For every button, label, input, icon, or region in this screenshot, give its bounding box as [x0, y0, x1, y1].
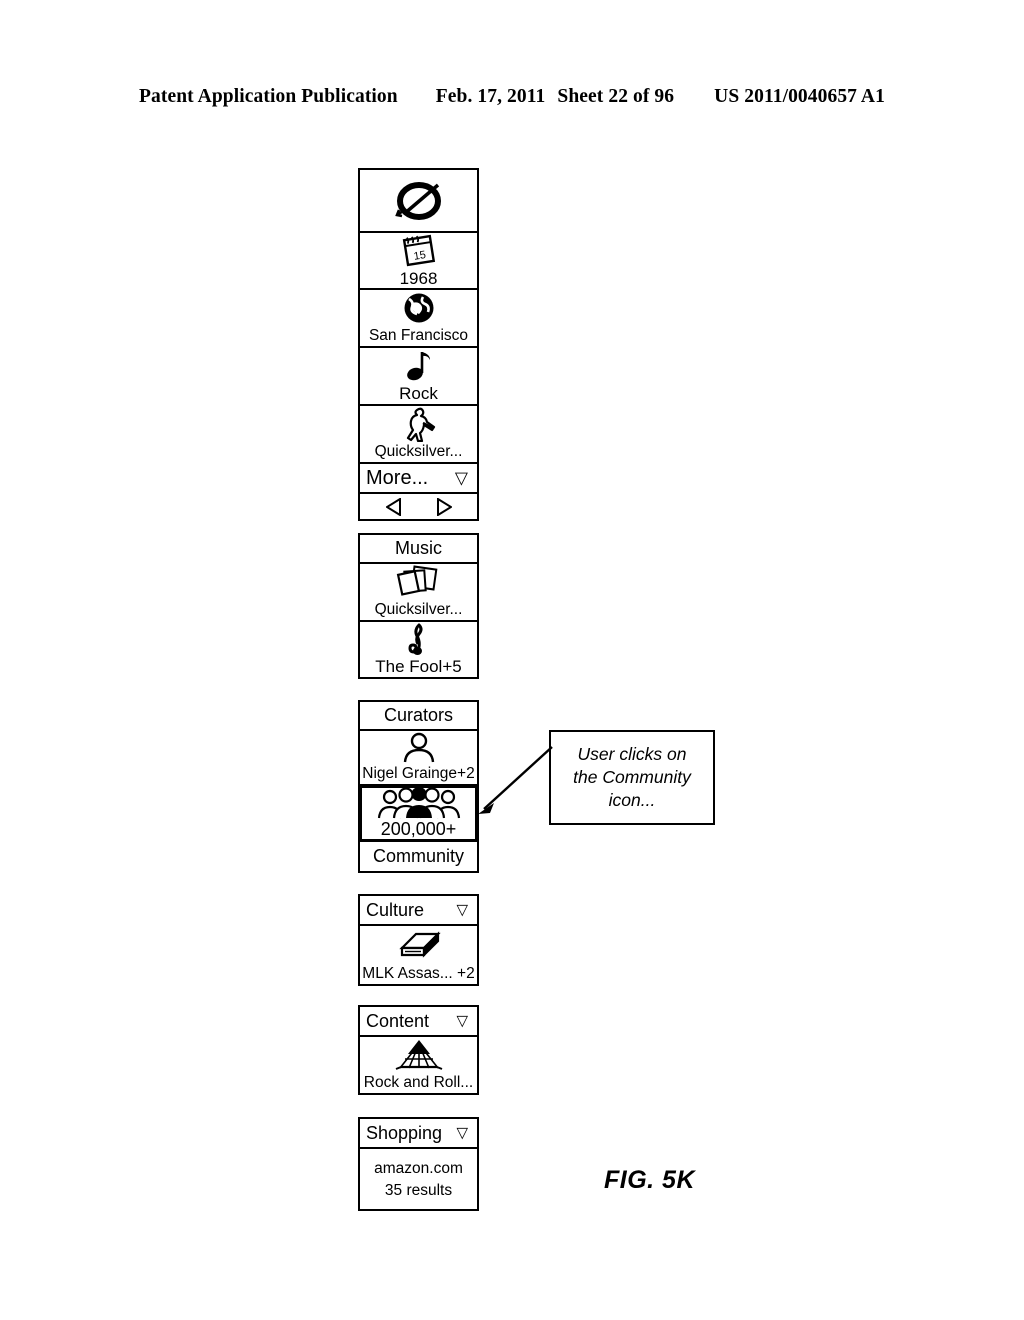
shopping-site-label: amazon.com	[374, 1159, 463, 1177]
chevron-down-icon: ▽	[454, 468, 468, 488]
more-dropdown[interactable]: More... ▽	[360, 464, 477, 494]
callout-text: User clicks on the Community icon...	[573, 743, 691, 812]
music-panel-title: Music	[394, 538, 442, 558]
callout-box: User clicks on the Community icon...	[549, 730, 715, 825]
publication-date: Feb. 17, 2011	[435, 86, 546, 107]
content-panel: Content ▽ Rock and Roll...	[358, 1005, 479, 1095]
facets-panel: 15 1968 San Francisco Rock Quicksilver..…	[358, 168, 479, 521]
curators-label-person: Nigel Grainge+2	[362, 765, 475, 782]
triangle-left-icon[interactable]	[385, 497, 402, 516]
callout-line-1: User clicks on	[577, 744, 687, 764]
pagination-row	[360, 494, 477, 519]
chevron-down-icon: ▽	[456, 1124, 468, 1142]
community-label: Community	[372, 846, 465, 866]
community-footer-label: Community	[360, 842, 477, 871]
music-row-album[interactable]: Quicksilver...	[360, 564, 477, 622]
treble-clef-icon	[360, 622, 477, 657]
community-icon-cell[interactable]: 200,000+	[359, 785, 478, 842]
no-entry-circle-icon	[360, 170, 477, 230]
shopping-panel-header[interactable]: Shopping ▽	[360, 1119, 477, 1149]
facet-label-year: 1968	[399, 269, 438, 287]
chevron-down-icon: ▽	[456, 901, 468, 919]
content-row-venue[interactable]: Rock and Roll...	[360, 1037, 477, 1093]
svg-text:15: 15	[412, 249, 426, 263]
chevron-down-icon: ▽	[456, 1012, 468, 1030]
patent-number: US 2011/0040657 A1	[714, 86, 885, 107]
shopping-panel-title: Shopping	[366, 1122, 443, 1143]
callout-line-3: icon...	[608, 790, 656, 810]
facet-label-artist: Quicksilver...	[374, 443, 463, 460]
facet-row-location[interactable]: San Francisco	[360, 290, 477, 348]
facet-row-year[interactable]: 15 1968	[360, 233, 477, 290]
patent-header: Patent Application Publication Feb. 17, …	[0, 86, 1024, 108]
community-count-label: 200,000+	[380, 820, 457, 838]
group-of-people-icon	[362, 788, 475, 820]
culture-panel-title: Culture	[366, 899, 425, 920]
curators-panel: Curators Nigel Grainge+2 200,000+ Commun…	[358, 700, 479, 873]
music-note-icon	[360, 348, 477, 384]
globe-icon	[360, 290, 477, 326]
person-icon	[360, 731, 477, 764]
facet-row-record[interactable]	[360, 170, 477, 233]
music-row-track[interactable]: The Fool+5	[360, 622, 477, 677]
music-label-track: The Fool+5	[375, 657, 462, 676]
culture-label-event: MLK Assas... +2	[362, 965, 475, 982]
music-label-album: Quicksilver...	[374, 601, 463, 618]
sheet-number: Sheet 22 of 96	[557, 86, 675, 107]
curators-row-person[interactable]: Nigel Grainge+2	[360, 731, 477, 786]
album-cards-icon	[360, 564, 477, 600]
curators-panel-header: Curators	[360, 702, 477, 731]
culture-row-event[interactable]: MLK Assas... +2	[360, 926, 477, 984]
shopping-count-label: 35 results	[384, 1181, 453, 1199]
hall-of-fame-building-icon	[360, 1037, 477, 1073]
facet-row-genre[interactable]: Rock	[360, 348, 477, 406]
culture-panel: Culture ▽ MLK Assas... +2	[358, 894, 479, 986]
calendar-icon: 15	[360, 233, 477, 269]
callout-line-2: the Community	[573, 767, 691, 787]
music-panel-header: Music	[360, 535, 477, 564]
book-icon	[360, 926, 477, 964]
curators-panel-title: Curators	[383, 705, 454, 725]
content-label-venue: Rock and Roll...	[363, 1074, 474, 1091]
culture-panel-header[interactable]: Culture ▽	[360, 896, 477, 926]
shopping-result[interactable]: amazon.com 35 results	[360, 1149, 477, 1209]
shopping-panel: Shopping ▽ amazon.com 35 results	[358, 1117, 479, 1211]
guitarist-icon	[360, 406, 477, 442]
content-panel-title: Content	[366, 1010, 430, 1031]
figure-label: FIG. 5K	[604, 1166, 696, 1194]
triangle-right-icon[interactable]	[436, 497, 452, 516]
content-panel-header[interactable]: Content ▽	[360, 1007, 477, 1037]
publication-label: Patent Application Publication	[139, 86, 398, 107]
facet-label-genre: Rock	[399, 384, 438, 403]
music-panel: Music Quicksilver... The Fool+5	[358, 533, 479, 679]
facet-label-location: San Francisco	[368, 327, 469, 344]
more-label: More...	[366, 466, 429, 489]
facet-row-artist[interactable]: Quicksilver...	[360, 406, 477, 464]
